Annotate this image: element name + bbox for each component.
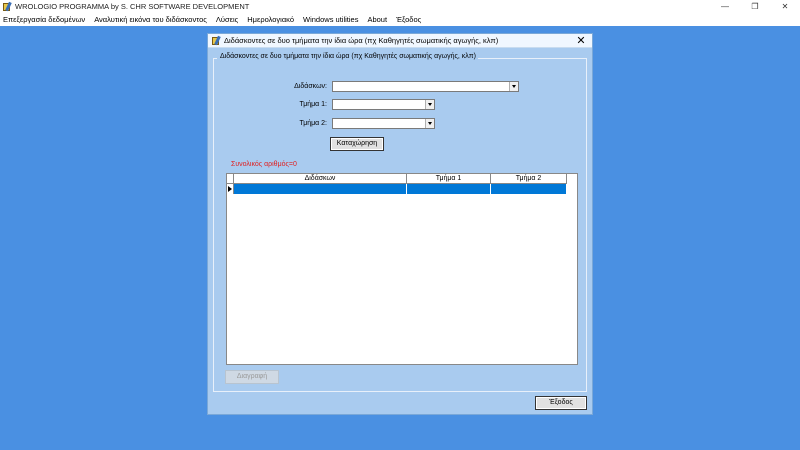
menu-item-edit-data[interactable]: Επεξεργασία δεδομένων bbox=[3, 15, 85, 24]
section1-combobox[interactable] bbox=[332, 99, 435, 110]
chevron-down-icon[interactable] bbox=[509, 82, 518, 91]
app-title: WROLOGIO PROGRAMMA by S. CHR SOFTWARE DE… bbox=[15, 2, 250, 11]
grid-column-header-teacher[interactable]: Διδάσκων bbox=[234, 174, 407, 184]
dialog-titlebar: Διδάσκοντες σε δυο τμήματα την ίδια ώρα … bbox=[208, 34, 592, 48]
menu-item-exit[interactable]: Έξοδος bbox=[396, 15, 421, 24]
grid-cell-section2[interactable] bbox=[491, 184, 567, 194]
groupbox-label: Διδάσκοντες σε δυο τμήματα την ίδια ώρα … bbox=[218, 53, 478, 60]
grid-cell-section1[interactable] bbox=[407, 184, 491, 194]
grid-column-header-section2[interactable]: Τμήμα 2 bbox=[491, 174, 567, 184]
notepad-pencil-icon bbox=[2, 1, 12, 12]
menu-item-calendar[interactable]: Ημερολογιακό bbox=[247, 15, 294, 24]
minimize-icon[interactable]: — bbox=[710, 0, 740, 13]
chevron-down-icon[interactable] bbox=[425, 100, 434, 109]
menu-item-solutions[interactable]: Λύσεις bbox=[216, 15, 238, 24]
grid-corner bbox=[227, 174, 234, 184]
grid-cell-teacher[interactable] bbox=[234, 184, 407, 194]
total-count: Συνολικός αριθμός=0 bbox=[231, 161, 297, 168]
menu-item-about[interactable]: About bbox=[367, 15, 387, 24]
close-icon[interactable]: ✕ bbox=[770, 0, 800, 13]
grid-column-header-section1[interactable]: Τμήμα 1 bbox=[407, 174, 491, 184]
assignments-grid[interactable]: Διδάσκων Τμήμα 1 Τμήμα 2 bbox=[226, 173, 578, 365]
teacher-combobox[interactable] bbox=[332, 81, 519, 92]
dialog-title: Διδάσκοντες σε δυο τμήματα την ίδια ώρα … bbox=[224, 36, 499, 45]
menu-item-teacher-details[interactable]: Αναλυτική εικόνα του διδάσκοντος bbox=[94, 15, 207, 24]
menu-bar: Επεξεργασία δεδομένων Αναλυτική εικόνα τ… bbox=[0, 13, 800, 26]
current-row-pointer-icon bbox=[228, 186, 232, 192]
app-titlebar: WROLOGIO PROGRAMMA by S. CHR SOFTWARE DE… bbox=[0, 0, 800, 13]
window-controls: — ❐ ✕ bbox=[710, 0, 800, 13]
section2-combobox[interactable] bbox=[332, 118, 435, 129]
teacher-label: Διδάσκων: bbox=[294, 83, 327, 90]
restore-icon[interactable]: ❐ bbox=[740, 0, 770, 13]
row-header[interactable] bbox=[227, 184, 234, 194]
notepad-pencil-icon bbox=[211, 35, 221, 46]
chevron-down-icon[interactable] bbox=[425, 119, 434, 128]
register-button[interactable]: Καταχώρηση bbox=[330, 137, 384, 151]
delete-button[interactable]: Διαγραφή bbox=[225, 370, 279, 384]
section2-label: Τμήμα 2: bbox=[299, 120, 327, 127]
menu-item-windows-utilities[interactable]: Windows utilities bbox=[303, 15, 358, 24]
dialog-close-icon[interactable]: ✕ bbox=[575, 34, 587, 48]
section1-label: Τμήμα 1: bbox=[299, 101, 327, 108]
grid-header: Διδάσκων Τμήμα 1 Τμήμα 2 bbox=[227, 174, 567, 184]
table-row[interactable] bbox=[227, 184, 567, 194]
teachers-two-sections-dialog: Διδάσκοντες σε δυο τμήματα την ίδια ώρα … bbox=[207, 33, 593, 415]
exit-button[interactable]: Έξοδος bbox=[535, 396, 587, 410]
entry-groupbox: Διδάσκοντες σε δυο τμήματα την ίδια ώρα … bbox=[213, 53, 587, 392]
